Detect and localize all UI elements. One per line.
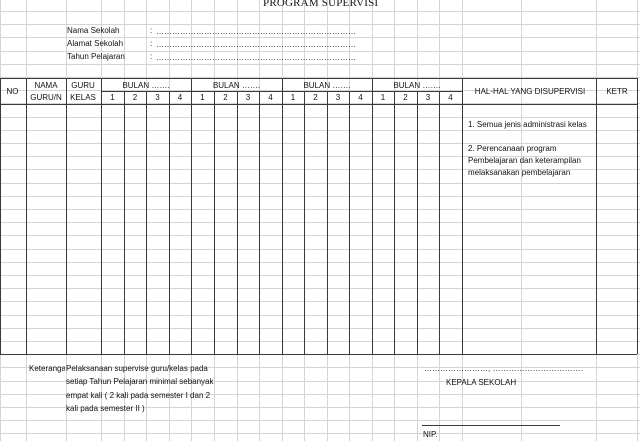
week-4-4: 4 xyxy=(448,93,453,102)
school-year-field[interactable]: …………………………………………………………………………… xyxy=(156,53,356,63)
header-no: NO xyxy=(6,87,19,96)
page-title: PROGRAM SUPERVISI xyxy=(263,0,379,9)
header-nama-line1: NAMA xyxy=(34,81,58,90)
header-bulan-4: BULAN ……. xyxy=(393,81,441,90)
keterangan-line-4: kali pada semester II ) xyxy=(66,404,145,413)
week-1-4: 4 xyxy=(177,93,183,102)
school-name-colon: : xyxy=(150,26,153,35)
header-nama-line2: GURU/N xyxy=(30,93,62,102)
header-ketr: KETR xyxy=(606,87,628,96)
week-4-3: 3 xyxy=(425,93,431,102)
header-bulan-1: BULAN ……. xyxy=(122,81,170,90)
header-hal-hal: HAL-HAL YANG DISUPERVISI xyxy=(474,87,586,96)
week-2-2: 2 xyxy=(223,93,228,102)
week-3-2: 2 xyxy=(313,93,318,102)
school-name-field[interactable]: …………………………………………………………………………… xyxy=(156,27,356,37)
week-2-1: 1 xyxy=(200,93,205,102)
spreadsheet-grid xyxy=(0,0,640,441)
signature-date-line: ……………………, …………………………………… xyxy=(424,364,584,373)
school-address-colon: : xyxy=(150,39,153,48)
keterangan-line-2: setiap Tahun Pelajaran minimal sebanyak xyxy=(66,377,214,386)
supervised-item-1: 1. Semua jenis administrasi kelas xyxy=(468,120,587,129)
header-guru-line2: KELAS xyxy=(70,93,96,102)
school-year-colon: : xyxy=(150,52,153,61)
supervised-item-2-line3: melaksanakan pembelajaran xyxy=(468,168,571,177)
week-4-2: 2 xyxy=(403,93,408,102)
week-4-1: 1 xyxy=(380,93,386,102)
week-3-1: 1 xyxy=(290,93,296,102)
school-name-label: Nama Sekolah xyxy=(67,26,120,35)
week-3-3: 3 xyxy=(335,93,341,102)
week-3-4: 4 xyxy=(358,93,363,102)
keterangan-line-1: Pelaksanaan supervise guru/kelas pada xyxy=(66,364,208,373)
header-bulan-2: BULAN ……. xyxy=(212,81,261,90)
principal-title: KEPALA SEKOLAH xyxy=(446,378,517,387)
supervised-item-2: 2. Perencanaan program xyxy=(468,144,557,153)
header-guru-line1: GURU xyxy=(71,81,95,90)
week-1-2: 2 xyxy=(132,93,138,102)
keterangan-line-3: empat kali ( 2 kali pada semester I dan … xyxy=(66,391,211,400)
school-address-field[interactable]: …………………………………………………………………………… xyxy=(156,40,356,50)
keterangan-label: Keterangan xyxy=(29,364,65,373)
header-bulan-3: BULAN ……. xyxy=(303,81,351,90)
week-2-3: 3 xyxy=(245,93,251,102)
week-1-1: 1 xyxy=(110,93,115,102)
nip-label: NIP. xyxy=(423,430,438,439)
week-2-4: 4 xyxy=(268,93,273,102)
school-year-label: Tahun Pelajaran xyxy=(67,52,125,61)
week-1-3: 3 xyxy=(155,93,160,102)
school-address-label: Alamat Sekolah xyxy=(67,39,124,48)
supervised-item-2-line2: Pembelajaran dan keterampilan xyxy=(468,156,581,165)
